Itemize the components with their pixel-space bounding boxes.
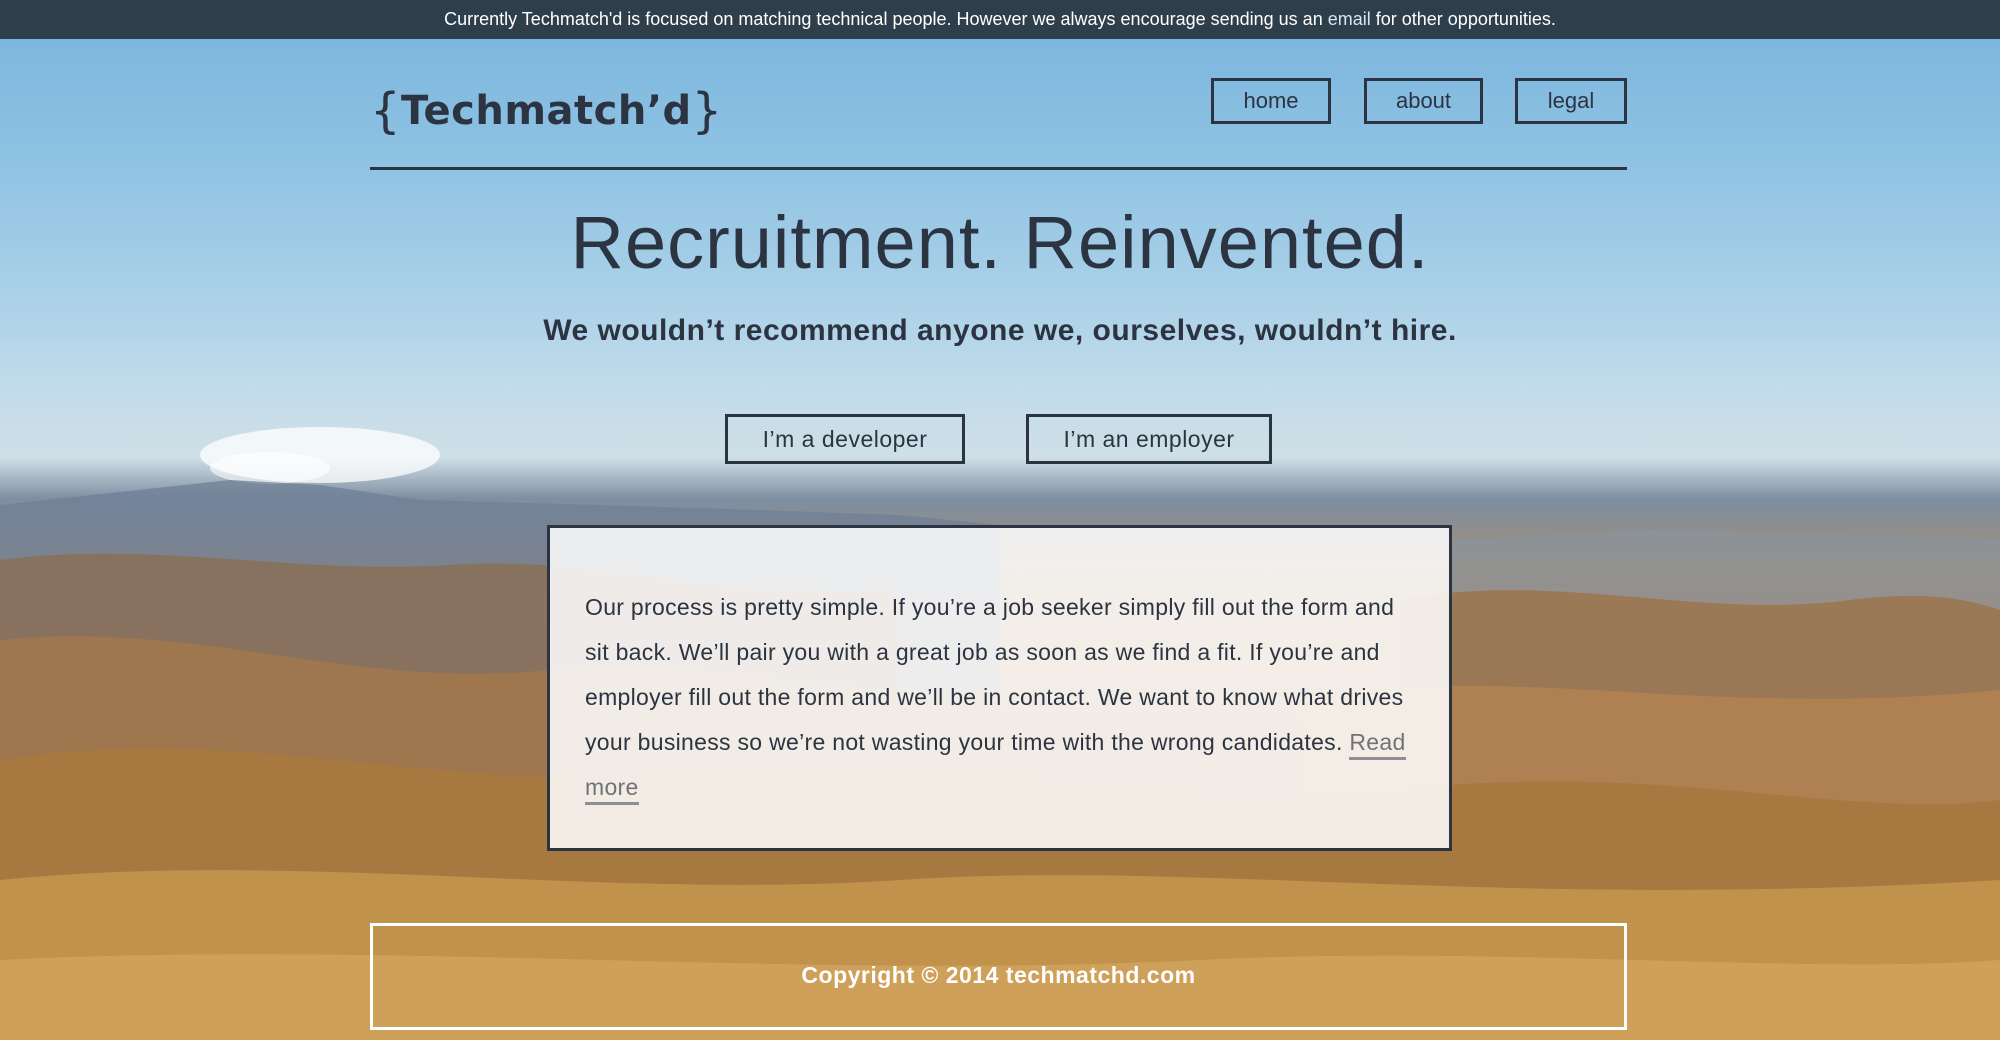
logo-close-brace: }	[691, 83, 723, 139]
logo-open-brace: {	[370, 83, 402, 139]
footer: Copyright © 2014 techmatchd.com	[370, 923, 1627, 1030]
employer-button[interactable]: I’m an employer	[1026, 414, 1272, 464]
process-box: Our process is pretty simple. If you’re …	[547, 525, 1452, 851]
top-banner: Currently Techmatch'd is focused on matc…	[0, 0, 2000, 39]
nav-about-button[interactable]: about	[1364, 78, 1483, 124]
hero-title: Recruitment. Reinvented.	[570, 201, 1430, 284]
hero-subtitle: We wouldn’t recommend anyone we, ourselv…	[543, 314, 1457, 347]
process-text: Our process is pretty simple. If you’re …	[585, 594, 1404, 755]
landscape-background	[0, 427, 2000, 1040]
nav-home-button[interactable]: home	[1211, 78, 1331, 124]
process-description: Our process is pretty simple. If you’re …	[585, 585, 1416, 810]
logo[interactable]: {Techmatch’d}	[370, 80, 723, 139]
nav-legal-button[interactable]: legal	[1515, 78, 1627, 124]
copyright-text: Copyright © 2014 techmatchd.com	[801, 962, 1196, 988]
banner-text: Currently Techmatch'd is focused on matc…	[444, 9, 1323, 29]
page: Currently Techmatch'd is focused on matc…	[0, 0, 2000, 1040]
logo-text: Techmatch’d	[401, 88, 692, 134]
banner-text-end: for other opportunities.	[1375, 9, 1556, 29]
email-link[interactable]: email	[1328, 9, 1371, 29]
developer-button[interactable]: I’m a developer	[725, 414, 965, 464]
header-divider	[370, 167, 1627, 170]
